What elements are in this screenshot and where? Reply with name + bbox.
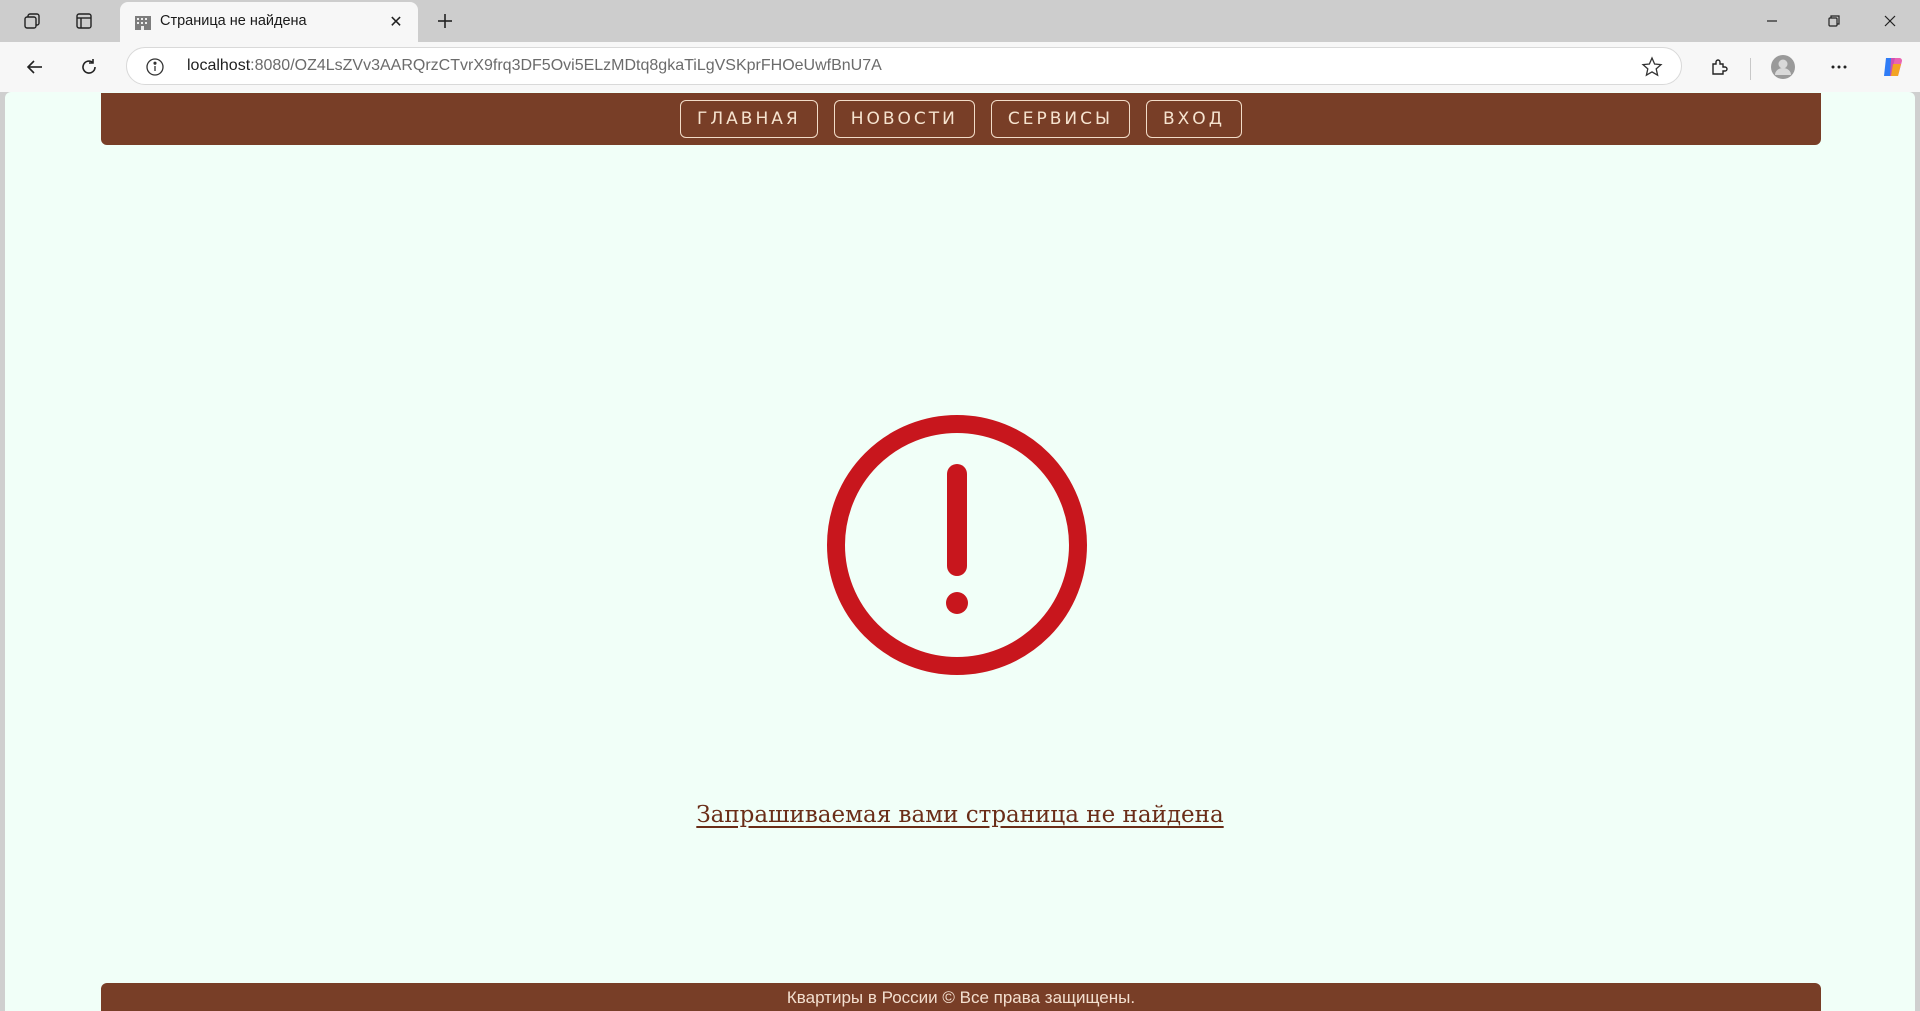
workspaces-icon[interactable]: [16, 8, 48, 34]
toolbar-divider: [1750, 58, 1751, 80]
site-footer: Квартиры в России © Все права защищены.: [101, 983, 1821, 1011]
page-viewport: ГЛАВНАЯ НОВОСТИ СЕРВИСЫ ВХОД Запрашиваем…: [5, 92, 1915, 1011]
restore-icon[interactable]: [1814, 8, 1854, 34]
site-navbar: ГЛАВНАЯ НОВОСТИ СЕРВИСЫ ВХОД: [101, 93, 1821, 145]
tab-actions-icon[interactable]: [68, 8, 100, 34]
favorite-star-icon[interactable]: [1641, 56, 1663, 78]
new-tab-icon[interactable]: [430, 8, 460, 34]
building-favicon-icon: [134, 13, 152, 31]
nav-link-news[interactable]: НОВОСТИ: [833, 100, 975, 138]
site-info-icon[interactable]: [145, 57, 165, 77]
browser-tab-active[interactable]: Страница не найдена ✕: [120, 2, 418, 42]
browser-toolbar: localhost:8080/OZ4LsZVv3AARQrzCTvrX9frq3…: [0, 42, 1920, 92]
copilot-icon[interactable]: [1876, 51, 1910, 83]
error-message-link[interactable]: Запрашиваемая вами страница не найдена: [696, 802, 1223, 828]
close-window-icon[interactable]: [1870, 8, 1910, 34]
url-path: :8080/OZ4LsZVv3AARQrzCTvrX9frq3DF5Ovi5EL…: [250, 57, 882, 74]
exclamation-circle-icon: [826, 414, 1088, 676]
extensions-icon[interactable]: [1702, 51, 1736, 83]
reload-icon[interactable]: [72, 51, 106, 83]
url-host: localhost: [187, 57, 251, 74]
error-message-container: Запрашиваемая вами страница не найдена: [5, 802, 1915, 828]
close-tab-icon[interactable]: ✕: [386, 12, 406, 32]
nav-link-login[interactable]: ВХОД: [1146, 100, 1242, 138]
more-options-icon[interactable]: [1822, 51, 1856, 83]
minimize-icon[interactable]: [1752, 8, 1792, 34]
footer-copyright: Квартиры в России © Все права защищены.: [786, 988, 1136, 1007]
url-text[interactable]: localhost:8080/OZ4LsZVv3AARQrzCTvrX9frq3…: [187, 57, 882, 75]
tab-title: Страница не найдена: [160, 13, 307, 29]
nav-link-home[interactable]: ГЛАВНАЯ: [680, 100, 818, 138]
address-bar[interactable]: localhost:8080/OZ4LsZVv3AARQrzCTvrX9frq3…: [126, 47, 1682, 85]
profile-avatar-icon[interactable]: [1766, 51, 1800, 83]
back-icon[interactable]: [18, 51, 52, 83]
nav-link-services[interactable]: СЕРВИСЫ: [990, 100, 1130, 138]
browser-tab-strip: Страница не найдена ✕: [0, 0, 1920, 42]
